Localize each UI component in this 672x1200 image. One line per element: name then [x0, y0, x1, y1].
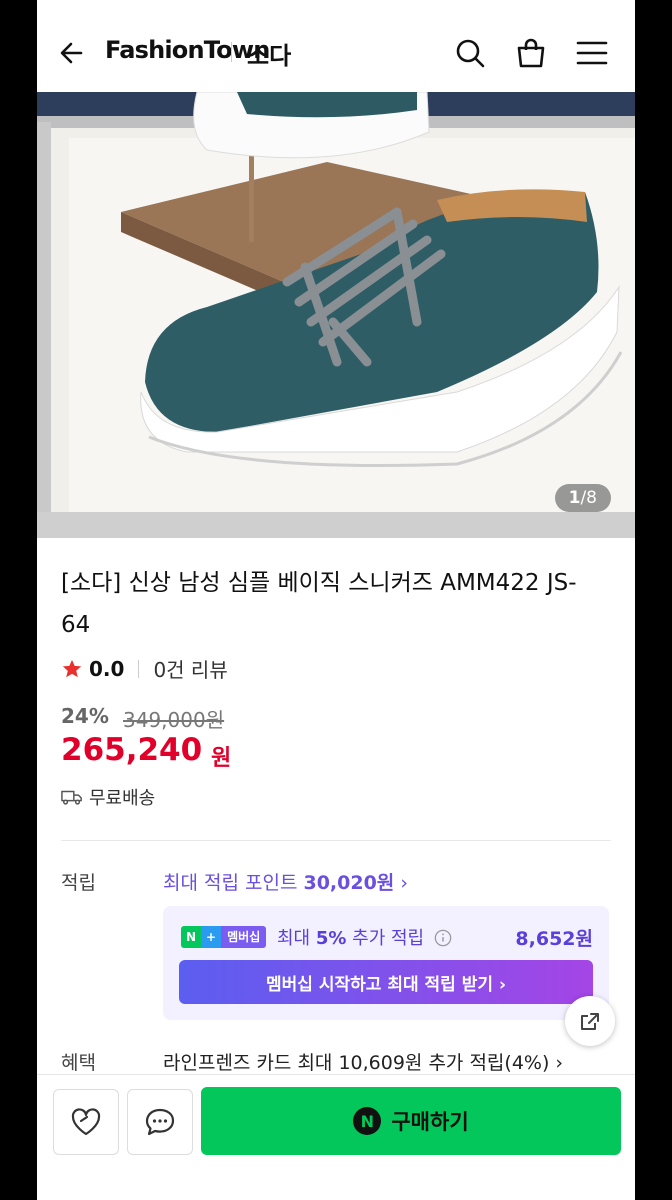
shipping-label: 무료배송 — [89, 788, 156, 809]
image-counter: 1/8 — [554, 484, 611, 512]
truck-icon — [61, 790, 82, 805]
section-divider — [61, 840, 611, 841]
bottom-action-bar: N 구매하기 — [37, 1074, 635, 1200]
buy-button-label: 구매하기 — [391, 1110, 469, 1134]
chevron-right-icon: › — [400, 872, 408, 894]
membership-text-prefix: 최대 — [277, 928, 316, 949]
discount-rate: 24% — [61, 704, 109, 728]
rating-value: 0.0 — [89, 656, 125, 681]
shipping-info: 무료배송 — [61, 784, 155, 810]
header-divider — [231, 42, 232, 62]
buy-button[interactable]: N 구매하기 — [201, 1087, 621, 1155]
membership-box: N + 멤버십 최대 5% 추가 적립 8,652원 멤버십 시작하고 최대 적… — [163, 906, 609, 1020]
price-currency: 원 — [211, 746, 232, 771]
rating-divider — [138, 659, 140, 678]
review-count[interactable]: 0건 리뷰 — [153, 654, 227, 683]
start-membership-button[interactable]: 멤버십 시작하고 최대 적립 받기 › — [179, 960, 593, 1004]
points-label: 적립 — [61, 872, 96, 894]
naver-pay-icon: N — [353, 1107, 382, 1135]
shopping-bag-icon[interactable] — [514, 36, 548, 70]
info-icon[interactable] — [434, 929, 452, 947]
wishlist-button[interactable] — [53, 1089, 119, 1155]
max-points-link[interactable]: 최대 적립 포인트 30,020원 › — [163, 868, 408, 895]
image-counter-current: 1 — [568, 488, 581, 508]
image-counter-total: /8 — [580, 488, 597, 508]
max-points-prefix: 최대 적립 포인트 — [163, 872, 304, 894]
card-benefit-link[interactable]: 라인프렌즈 카드 최대 10,609원 추가 적립(4%) › — [163, 1048, 563, 1075]
store-name[interactable]: 소다 — [247, 36, 291, 71]
brand-name[interactable]: FashionTown — [105, 36, 270, 64]
benefit-label: 혜택 — [61, 1052, 96, 1074]
top-header: FashionTown 소다 — [37, 0, 635, 93]
max-points-amount: 30,020원 — [303, 872, 395, 894]
chat-button[interactable] — [127, 1089, 193, 1155]
rating-row[interactable]: 0.0 0건 리뷰 — [61, 654, 228, 683]
product-image-carousel[interactable]: 1/8 — [37, 92, 635, 538]
back-arrow-icon[interactable] — [55, 36, 89, 70]
sneaker-photo — [37, 92, 635, 538]
membership-amount: 8,652원 — [515, 928, 593, 950]
star-icon — [62, 659, 82, 677]
chat-bubble-icon — [145, 1108, 175, 1136]
badge-plus: + — [201, 926, 222, 948]
badge-n: N — [181, 926, 202, 948]
sale-price: 265,240 — [61, 732, 203, 768]
menu-icon[interactable] — [575, 36, 609, 70]
product-title: [소다] 신상 남성 심플 베이직 스니커즈 AMM422 JS-64 — [61, 570, 577, 638]
product-screen: FashionTown 소다 1/8 [소다] 신상 남성 심플 베이직 스니커… — [37, 0, 635, 1200]
badge-membership: 멤버십 — [221, 926, 267, 948]
original-price: 349,000원 — [123, 708, 225, 732]
naver-plus-badge: N + 멤버십 — [181, 926, 267, 948]
membership-extra-text: 최대 5% 추가 적립 — [277, 924, 452, 950]
share-button[interactable] — [565, 996, 615, 1046]
heart-icon — [71, 1108, 101, 1136]
membership-text-suffix: 추가 적립 — [346, 928, 425, 949]
membership-rate: 5% — [315, 928, 347, 949]
share-icon — [581, 1013, 599, 1030]
search-icon[interactable] — [453, 36, 487, 70]
